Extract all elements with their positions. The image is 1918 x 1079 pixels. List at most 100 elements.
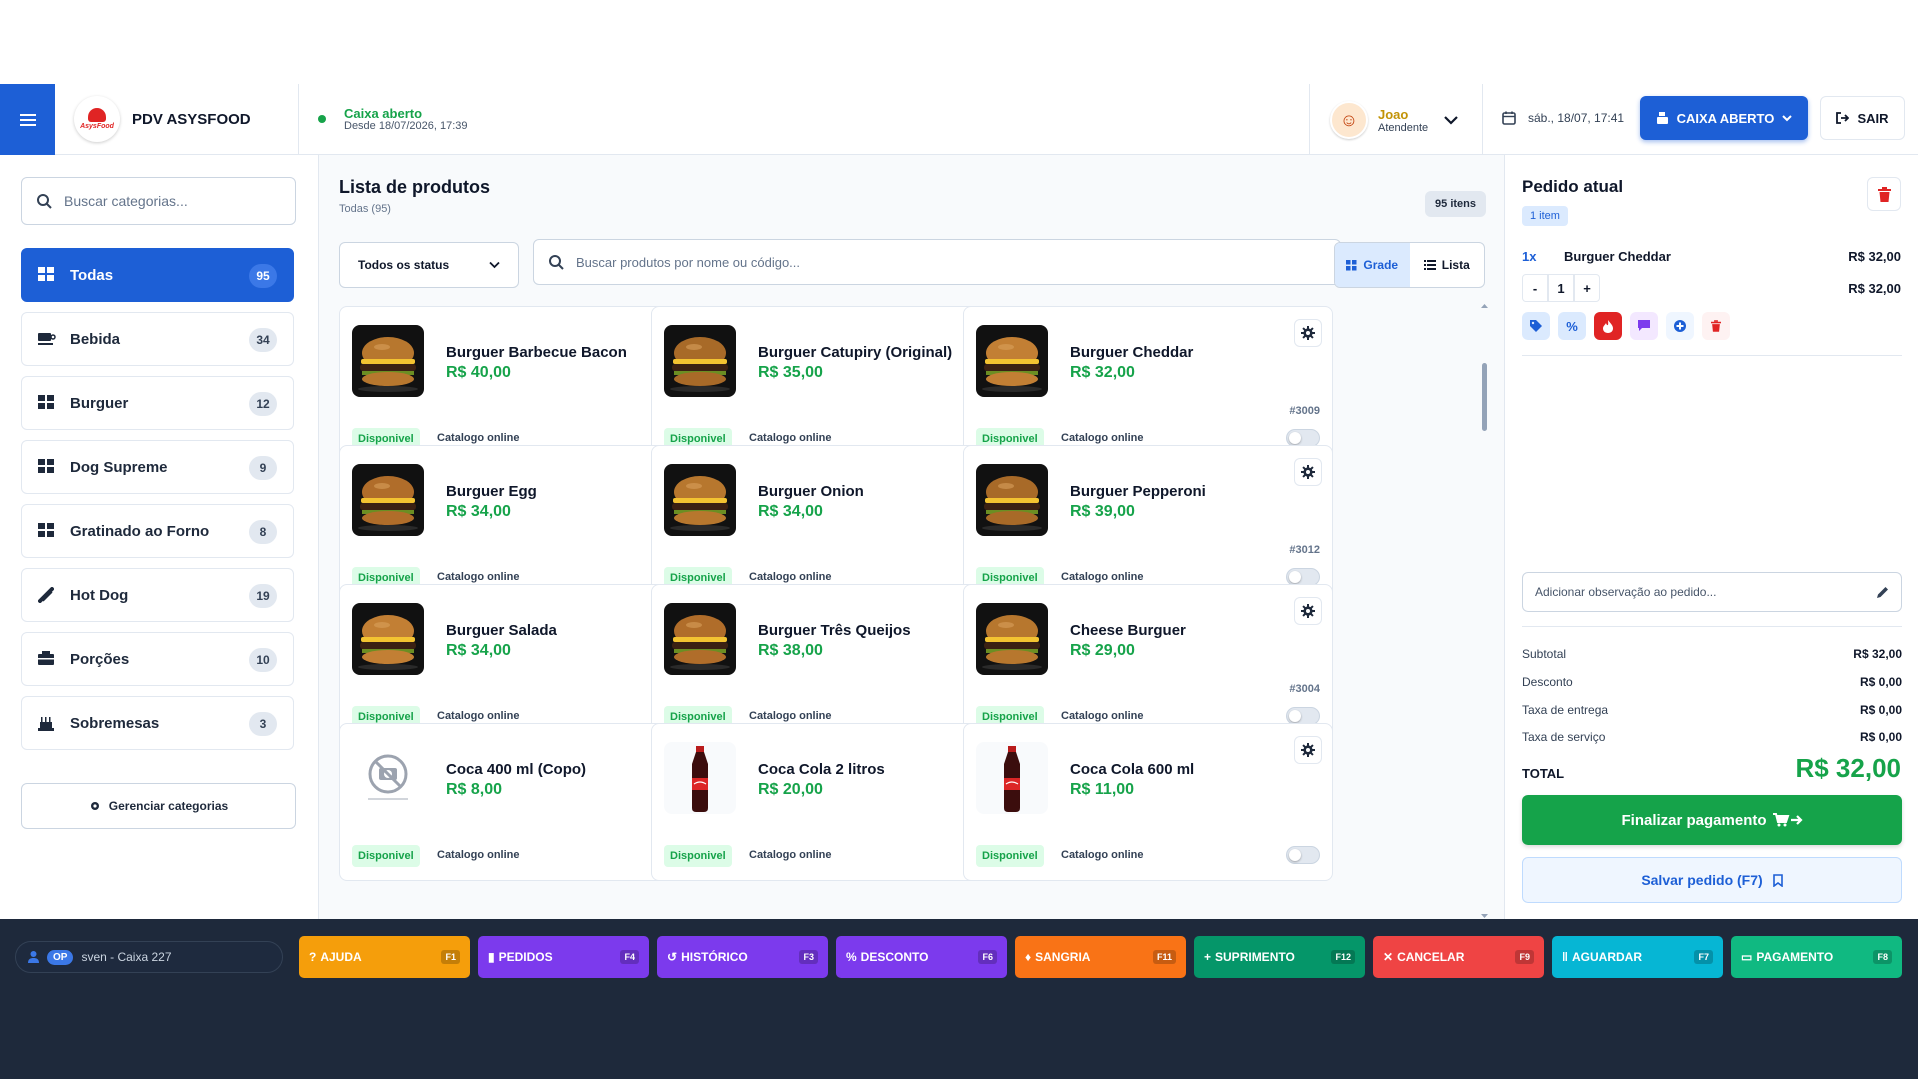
fkey-aguardar-button[interactable]: ‖ AGUARDAR F7	[1552, 936, 1723, 978]
plus-circle-icon	[1674, 320, 1686, 332]
view-list-button[interactable]: Lista	[1410, 243, 1485, 287]
delivery-fee-value: R$ 0,00	[1859, 703, 1902, 717]
product-card[interactable]: Coca Cola 600 ml R$ 11,00 Disponivel Catalo…	[963, 723, 1333, 881]
product-settings-button[interactable]	[1294, 597, 1322, 625]
product-settings-button[interactable]	[1294, 458, 1322, 486]
category-search-placeholder: Buscar categorias...	[64, 193, 188, 209]
cash-register-button[interactable]: CAIXA ABERTO	[1640, 96, 1808, 140]
gear-icon	[1301, 465, 1315, 479]
fkey-label: PAGAMENTO	[1756, 950, 1834, 964]
add-extra-button[interactable]	[1666, 312, 1694, 340]
line-actions: %	[1522, 312, 1738, 340]
category-count-badge: 8	[249, 520, 277, 544]
category-count-badge: 9	[249, 456, 277, 480]
gear-icon	[90, 802, 99, 810]
hotdog-icon	[38, 587, 56, 603]
online-catalog-label: Catalogo online	[749, 432, 832, 444]
discount-line-button[interactable]: %	[1558, 312, 1586, 340]
order-note-placeholder: Adicionar observação ao pedido...	[1535, 585, 1717, 599]
order-note-input[interactable]: Adicionar observação ao pedido...	[1522, 572, 1902, 612]
product-price: R$ 34,00	[758, 503, 823, 520]
fkey-sangria-button[interactable]: ♦ SANGRIA F11	[1015, 936, 1186, 978]
product-settings-button[interactable]	[1294, 736, 1322, 764]
category-label: Todas	[70, 266, 114, 284]
line-total: R$ 32,00	[1848, 281, 1901, 296]
fkey-ajuda-button[interactable]: ? AJUDA F1	[299, 936, 470, 978]
product-settings-button[interactable]	[1294, 319, 1322, 347]
decrease-button[interactable]: -	[1522, 274, 1548, 302]
calendar-icon	[1502, 111, 1516, 125]
view-grid-button[interactable]: Grade	[1335, 243, 1410, 287]
product-price: R$ 34,00	[446, 642, 511, 659]
fkey-icon: %	[846, 950, 857, 964]
product-code: #3004	[1289, 683, 1320, 695]
clear-order-button[interactable]	[1867, 177, 1901, 211]
fkey-cancelar-button[interactable]: ✕ CANCELAR F9	[1373, 936, 1544, 978]
pencil-icon	[1877, 587, 1888, 598]
quantity-stepper: - 1 +	[1522, 274, 1600, 302]
quantity-value[interactable]: 1	[1548, 274, 1574, 302]
category-item-burguer[interactable]: Burguer 12	[21, 376, 294, 430]
fkey-suprimento-button[interactable]: + SUPRIMENTO F12	[1194, 936, 1365, 978]
increase-button[interactable]: +	[1574, 274, 1600, 302]
fkey-desconto-button[interactable]: % DESCONTO F6	[836, 936, 1007, 978]
spicy-button[interactable]	[1594, 312, 1622, 340]
tag-button[interactable]	[1522, 312, 1550, 340]
product-card[interactable]: Cheese Burguer R$ 29,00 #3004 Disponivel Cat…	[963, 584, 1333, 742]
product-card[interactable]: Burguer Cheddar R$ 32,00 #3009 Disponivel Ca…	[963, 306, 1333, 464]
category-item-dog-supreme[interactable]: Dog Supreme 9	[21, 440, 294, 494]
product-name: Coca 400 ml (Copo)	[446, 761, 587, 778]
total-label: TOTAL	[1522, 766, 1565, 781]
fkey-label: SUPRIMENTO	[1215, 950, 1295, 964]
user-menu[interactable]: ☺ Joao Atendente	[1330, 98, 1458, 142]
fkey-shortcut: F12	[1331, 950, 1355, 964]
logout-button[interactable]: SAIR	[1820, 96, 1905, 140]
category-search-input[interactable]: Buscar categorias...	[21, 177, 296, 225]
category-item-todas[interactable]: Todas 95	[21, 248, 294, 302]
view-list-label: Lista	[1441, 258, 1470, 272]
grid-icon	[38, 395, 56, 411]
product-card[interactable]: Burguer Pepperoni R$ 39,00 #3012 Disponivel…	[963, 445, 1333, 603]
online-catalog-toggle[interactable]	[1286, 846, 1320, 864]
subtotal-value: R$ 32,00	[1853, 647, 1902, 661]
category-item-gratinado-ao-forno[interactable]: Gratinado ao Forno 8	[21, 504, 294, 558]
category-item-bebida[interactable]: Bebida 34	[21, 312, 294, 366]
chevron-down-icon	[1444, 116, 1458, 125]
manage-categories-button[interactable]: Gerenciar categorias	[21, 783, 296, 829]
remove-line-button[interactable]	[1702, 312, 1730, 340]
product-price: R$ 40,00	[446, 364, 511, 381]
product-search-input[interactable]: Buscar produtos por nome ou código...	[533, 239, 1341, 285]
product-image	[976, 742, 1048, 814]
brand-logo: AsysFood	[74, 96, 120, 142]
category-sidebar: Buscar categorias... Todas 95 Bebida 34 Burg…	[0, 155, 319, 919]
scrollbar-thumb[interactable]	[1482, 363, 1487, 431]
category-item-hot-dog[interactable]: Hot Dog 19	[21, 568, 294, 622]
product-price: R$ 34,00	[446, 503, 511, 520]
product-scrollbar[interactable]	[1480, 303, 1489, 919]
category-item-por-es[interactable]: Porções 10	[21, 632, 294, 686]
menu-button[interactable]	[0, 84, 55, 155]
items-count-badge: 95 itens	[1425, 191, 1486, 217]
product-name: Burguer Cheddar	[1070, 344, 1194, 361]
service-fee-value: R$ 0,00	[1859, 730, 1902, 744]
hamburger-icon	[19, 113, 36, 126]
comment-button[interactable]	[1630, 312, 1658, 340]
operator-name: sven - Caixa 227	[81, 950, 172, 964]
fkey-shortcut: F1	[441, 950, 460, 964]
order-panel: Pedido atual 1 item 1x Burguer Cheddar R…	[1504, 155, 1918, 919]
category-list: Todas 95 Bebida 34 Burguer 12 Dog Supreme 9 Grat…	[21, 248, 294, 760]
fkey-pedidos-button[interactable]: ▮ PEDIDOS F4	[478, 936, 649, 978]
category-item-sobremesas[interactable]: Sobremesas 3	[21, 696, 294, 750]
fkey-pagamento-button[interactable]: ▭ PAGAMENTO F8	[1731, 936, 1902, 978]
status-filter-select[interactable]: Todos os status	[339, 242, 519, 288]
product-price: R$ 38,00	[758, 642, 823, 659]
cash-register-label: CAIXA ABERTO	[1676, 110, 1775, 126]
trash-icon	[1877, 186, 1891, 202]
product-search-placeholder: Buscar produtos por nome ou código...	[576, 254, 801, 270]
box-icon	[38, 651, 56, 667]
function-keys: ? AJUDA F1 ▮ PEDIDOS F4 ↺ HISTÓRICO F3% DESCONTO F…	[299, 936, 1910, 978]
finalize-payment-button[interactable]: Finalizar pagamento	[1522, 795, 1902, 845]
fkey-historico-button[interactable]: ↺ HISTÓRICO F3	[657, 936, 828, 978]
save-order-button[interactable]: Salvar pedido (F7)	[1522, 857, 1902, 903]
avatar: ☺	[1330, 101, 1368, 139]
